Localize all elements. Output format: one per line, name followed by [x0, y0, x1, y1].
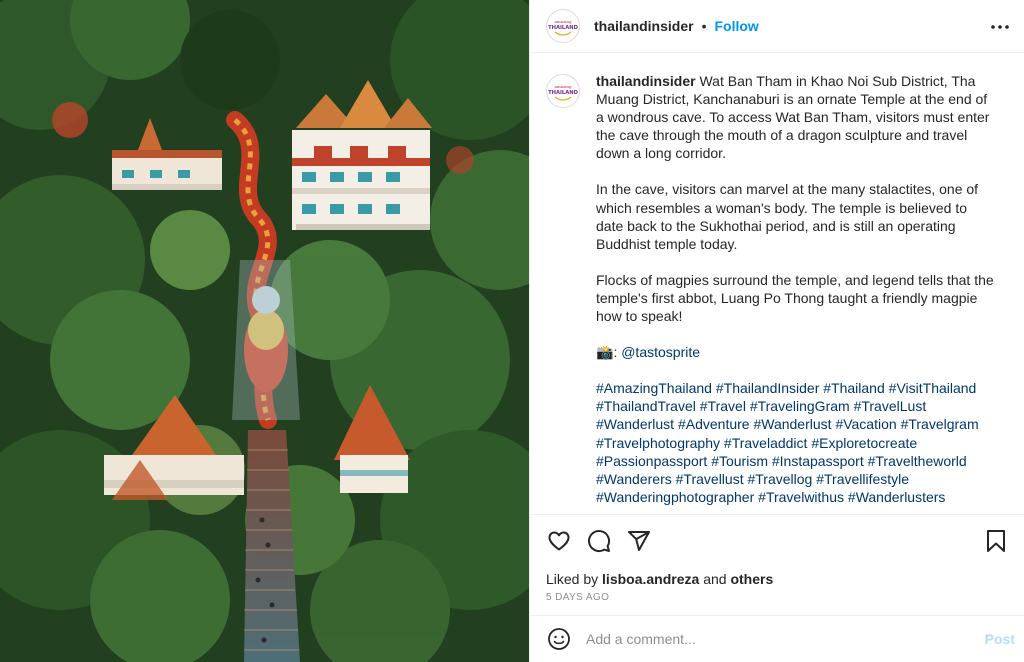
- action-icons: [546, 515, 1009, 567]
- caption-paragraph-1: thailandinsider Wat Ban Tham in Khao Noi…: [596, 72, 996, 162]
- caption-row: amazing THAILAND thailandinsider Wat Ban…: [546, 72, 1009, 506]
- caption-text: thailandinsider Wat Ban Tham in Khao Noi…: [596, 72, 996, 506]
- post-detail-panel: amazing THAILAND thailandinsider • Follo…: [529, 0, 1024, 662]
- hashtag-link[interactable]: #Wanderers: [596, 471, 672, 487]
- hashtag-link[interactable]: #Wanderlusters: [848, 489, 946, 505]
- svg-text:THAILAND: THAILAND: [548, 90, 578, 96]
- hashtag-link[interactable]: #Travellust: [676, 471, 744, 487]
- hashtag-link[interactable]: #ThailandInsider: [716, 380, 820, 396]
- svg-text:amazing: amazing: [554, 84, 572, 89]
- hashtag-link[interactable]: #Adventure: [678, 416, 750, 432]
- post-comment-button[interactable]: Post: [985, 631, 1015, 647]
- likes-and: and: [703, 571, 727, 587]
- photo-credit: 📸: @tastosprite: [596, 343, 996, 361]
- comment-icon[interactable]: [586, 528, 612, 554]
- hashtag-link[interactable]: #Passionpassport: [596, 453, 707, 469]
- hashtag-link[interactable]: #Traveladdict: [724, 435, 808, 451]
- likes-prefix: Liked by: [546, 571, 599, 587]
- caption-area[interactable]: amazing THAILAND thailandinsider Wat Ban…: [530, 54, 1024, 513]
- header-username[interactable]: thailandinsider: [594, 18, 694, 34]
- hashtag-link[interactable]: #ThailandTravel: [596, 398, 696, 414]
- liked-by-user[interactable]: lisboa.andreza: [602, 571, 699, 587]
- caption-paragraph-3: Flocks of magpies surround the temple, a…: [596, 271, 994, 325]
- amazing-thailand-logo: amazing THAILAND: [548, 19, 579, 36]
- hashtag-list: #AmazingThailand #ThailandInsider #Thail…: [596, 379, 996, 506]
- hashtag-link[interactable]: #Exploretocreate: [811, 435, 917, 451]
- more-horizontal-icon[interactable]: [990, 17, 1010, 37]
- hashtag-link[interactable]: #Travellog: [747, 471, 812, 487]
- hashtag-link[interactable]: #Travel: [700, 398, 746, 414]
- share-icon[interactable]: [626, 528, 652, 554]
- comment-input[interactable]: [586, 631, 956, 647]
- camera-emoji-icon: 📸: [596, 344, 614, 361]
- svg-text:THAILAND: THAILAND: [548, 25, 578, 31]
- hashtag-link[interactable]: #Thailand: [823, 380, 885, 396]
- post-header: amazing THAILAND thailandinsider • Follo…: [530, 0, 1024, 53]
- hashtag-link[interactable]: #Vacation: [835, 416, 896, 432]
- amazing-thailand-logo: amazing THAILAND: [548, 84, 579, 101]
- hashtag-link[interactable]: #TravelLust: [854, 398, 927, 414]
- likes-others-link[interactable]: others: [730, 571, 773, 587]
- emoji-smile-icon[interactable]: [546, 626, 572, 652]
- svg-text:amazing: amazing: [554, 19, 572, 24]
- post-actions: Liked by lisboa.andreza and others 5 DAY…: [530, 514, 1024, 603]
- bookmark-icon[interactable]: [983, 528, 1009, 554]
- hashtag-link[interactable]: #TravelingGram: [750, 398, 850, 414]
- follow-button[interactable]: Follow: [714, 18, 758, 34]
- post-photo[interactable]: [0, 0, 529, 662]
- hashtag-link[interactable]: #Traveltheworld: [868, 453, 967, 469]
- hashtag-link[interactable]: #Travelphotography: [596, 435, 720, 451]
- hashtag-link[interactable]: #Travelgram: [901, 416, 979, 432]
- hashtag-link[interactable]: #Tourism: [711, 453, 768, 469]
- caption-username[interactable]: thailandinsider: [596, 73, 696, 89]
- post-timestamp[interactable]: 5 DAYS AGO: [546, 592, 1009, 603]
- hashtag-link[interactable]: #Wanderlust: [596, 416, 674, 432]
- hashtag-link[interactable]: #Wanderlust: [753, 416, 831, 432]
- hashtag-link[interactable]: #Travellifestyle: [816, 471, 909, 487]
- hashtag-link[interactable]: #Wanderingphotographer: [596, 489, 754, 505]
- credit-handle-link[interactable]: @tastosprite: [621, 344, 700, 360]
- temple-aerial-photo: [0, 0, 529, 662]
- hashtag-link[interactable]: #VisitThailand: [889, 380, 977, 396]
- caption-paragraph-2: In the cave, visitors can marvel at the …: [596, 181, 979, 252]
- hashtag-link[interactable]: #AmazingThailand: [596, 380, 712, 396]
- avatar[interactable]: amazing THAILAND: [546, 9, 580, 43]
- likes-summary: Liked by lisboa.andreza and others: [546, 571, 1009, 587]
- comment-box: Post: [530, 615, 1024, 662]
- hashtag-link[interactable]: #Travelwithus: [758, 489, 844, 505]
- caption-avatar[interactable]: amazing THAILAND: [546, 74, 580, 108]
- heart-icon[interactable]: [546, 528, 572, 554]
- header-separator: •: [701, 18, 707, 34]
- hashtag-link[interactable]: #Instapassport: [772, 453, 864, 469]
